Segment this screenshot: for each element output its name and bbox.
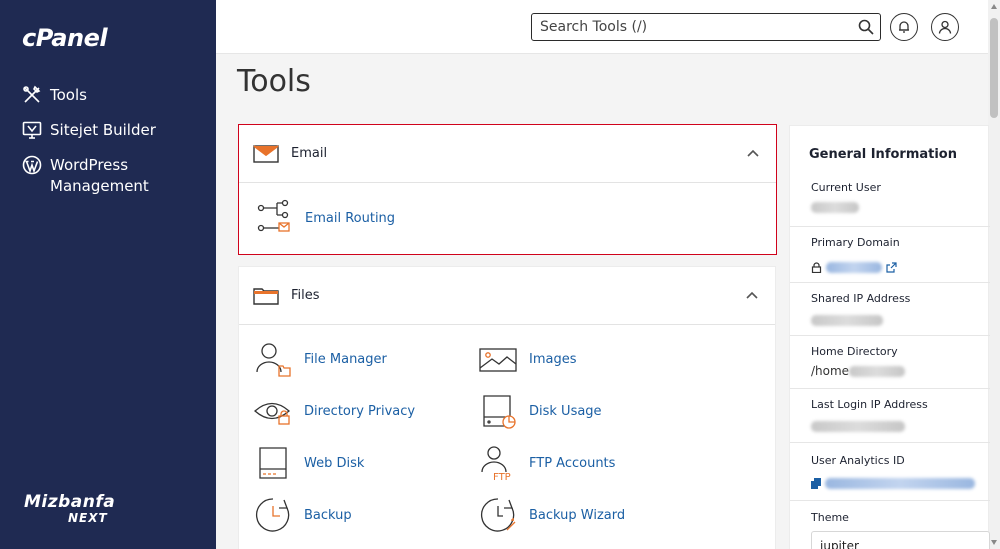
info-label: User Analytics ID xyxy=(811,454,905,467)
chevron-up-icon[interactable] xyxy=(747,149,759,157)
tool-backup[interactable]: Backup xyxy=(254,496,352,534)
theme-select[interactable]: jupiter xyxy=(811,531,990,549)
tool-label: Directory Privacy xyxy=(304,403,416,419)
home-directory-value: /home xyxy=(811,364,906,378)
tool-label: Backup xyxy=(304,507,352,523)
info-label: Primary Domain xyxy=(811,236,900,249)
info-label: Home Directory xyxy=(811,345,898,358)
tool-backup-wizard[interactable]: Backup Wizard xyxy=(479,496,625,534)
disk-usage-icon xyxy=(483,395,516,429)
cpanel-logo[interactable]: cPanel xyxy=(22,24,108,52)
file-manager-icon xyxy=(256,343,291,377)
user-menu-button[interactable] xyxy=(931,13,959,41)
tool-email-routing[interactable]: Email Routing xyxy=(255,199,395,237)
info-row-primary-domain: Primary Domain xyxy=(790,226,990,282)
email-section-header[interactable]: Email xyxy=(239,125,776,183)
backup-icon xyxy=(255,498,290,532)
eye-icon xyxy=(254,402,290,425)
tool-label: Backup Wizard xyxy=(529,507,626,523)
notifications-button[interactable] xyxy=(890,13,918,41)
info-label: Current User xyxy=(811,181,881,194)
page-title: Tools xyxy=(237,64,311,99)
monitor-icon xyxy=(22,121,42,139)
user-icon xyxy=(938,20,952,34)
info-title: General Information xyxy=(809,147,957,162)
email-section: Email Email Routing xyxy=(238,124,777,255)
sidebar-item-label: Sitejet Builder xyxy=(50,121,156,139)
sidebar-item-label: Tools xyxy=(50,86,87,104)
files-section-header[interactable]: Files xyxy=(239,267,775,325)
info-label: Last Login IP Address xyxy=(811,398,928,411)
info-row-user-analytics-id: User Analytics ID xyxy=(790,442,990,500)
tool-ftp-accounts[interactable]: FTP FTP Accounts xyxy=(479,444,615,482)
info-row-current-user: Current User xyxy=(790,171,990,226)
folder-icon xyxy=(253,288,279,305)
tool-label: Disk Usage xyxy=(529,403,602,419)
tools-icon xyxy=(23,85,41,103)
last-login-ip-value xyxy=(811,419,905,433)
sidebar-item-tools[interactable]: Tools xyxy=(22,85,212,106)
envelope-icon xyxy=(253,145,279,163)
tool-directory-privacy[interactable]: Directory Privacy xyxy=(254,392,415,430)
sidebar: cPanel Tools Sitejet Builder WordPress M… xyxy=(0,0,216,549)
wordpress-icon xyxy=(22,155,42,175)
info-label: Theme xyxy=(811,511,849,524)
images-icon xyxy=(479,348,517,372)
bell-icon xyxy=(899,21,909,33)
email-routing-icon xyxy=(257,199,290,232)
sidebar-item-sitejet[interactable]: Sitejet Builder xyxy=(22,120,212,141)
tool-web-disk[interactable]: Web Disk xyxy=(254,444,364,482)
files-section: Files File Manager Images Directory Priv… xyxy=(238,266,776,549)
section-title: Email xyxy=(291,146,328,161)
section-title: Files xyxy=(291,288,320,303)
tool-images[interactable]: Images xyxy=(479,340,577,378)
sidebar-nav: Tools Sitejet Builder WordPress Manageme… xyxy=(22,85,212,211)
tool-label: Email Routing xyxy=(305,210,396,226)
general-information-panel: General Information Current User Primary… xyxy=(789,125,990,549)
scroll-up-arrow[interactable] xyxy=(991,4,997,9)
topbar xyxy=(216,0,988,54)
info-row-shared-ip: Shared IP Address xyxy=(790,282,990,335)
info-row-home-directory: Home Directory /home xyxy=(790,335,990,388)
shared-ip-value xyxy=(811,313,883,327)
mizbanfa-logo: Mizbanfa NEXT xyxy=(24,492,116,526)
ftp-accounts-icon: FTP xyxy=(481,446,511,482)
web-disk-icon xyxy=(259,447,287,479)
tool-label: Web Disk xyxy=(304,455,365,471)
info-label: Shared IP Address xyxy=(811,292,911,305)
tool-disk-usage[interactable]: Disk Usage xyxy=(479,392,602,430)
external-link-icon[interactable] xyxy=(886,262,897,273)
sidebar-item-label: WordPress Management xyxy=(50,156,149,195)
lock-icon xyxy=(811,262,822,274)
user-analytics-id-value[interactable] xyxy=(811,476,975,490)
tool-label: File Manager xyxy=(304,351,387,367)
tool-label: Images xyxy=(529,351,577,367)
backup-wizard-icon xyxy=(480,498,516,532)
scrollbar-thumb[interactable] xyxy=(990,18,998,118)
search-input[interactable] xyxy=(532,14,842,40)
tool-label: FTP Accounts xyxy=(529,455,616,471)
search-icon[interactable] xyxy=(858,19,874,35)
tool-file-manager[interactable]: File Manager xyxy=(254,340,387,378)
sidebar-item-wordpress[interactable]: WordPress Management xyxy=(22,155,212,197)
scroll-down-arrow[interactable] xyxy=(991,540,997,545)
primary-domain-value[interactable] xyxy=(811,260,897,274)
search-box[interactable] xyxy=(531,13,881,41)
chevron-up-icon[interactable] xyxy=(746,291,758,299)
info-row-last-login-ip: Last Login IP Address xyxy=(790,388,990,442)
current-user-value xyxy=(811,200,859,214)
svg-text:FTP: FTP xyxy=(493,472,511,482)
copy-icon[interactable] xyxy=(811,478,821,489)
